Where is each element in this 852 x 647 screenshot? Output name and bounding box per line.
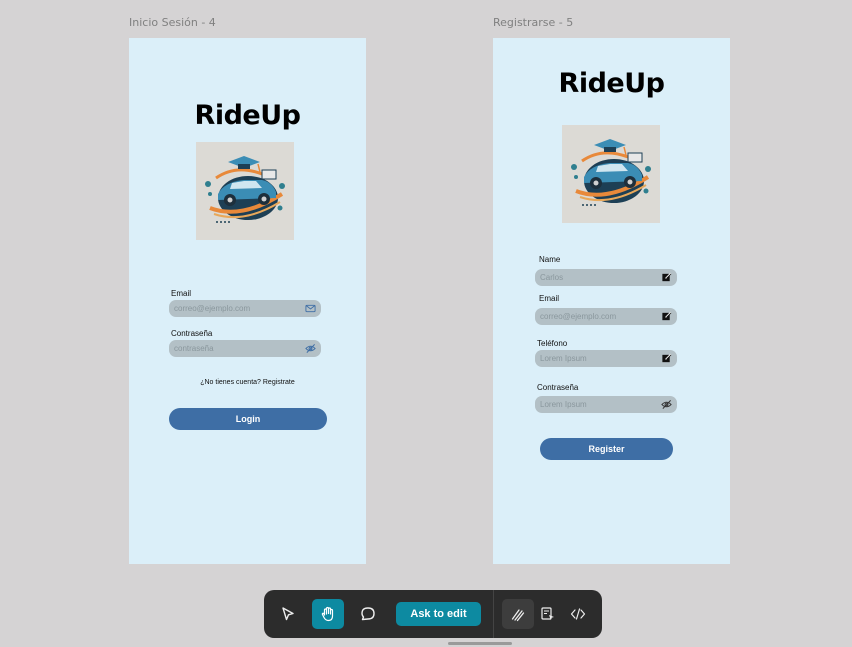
login-button[interactable]: Login [169,408,327,430]
email-input[interactable] [174,304,304,313]
car-graduation-logo-icon [571,139,651,206]
password-field[interactable] [535,396,677,413]
register-button[interactable]: Register [540,438,673,460]
password-input[interactable] [174,344,304,353]
eye-off-icon[interactable] [660,399,672,411]
design-mode-toggle[interactable] [502,599,534,629]
mail-icon [304,303,316,315]
code-icon [570,608,586,620]
phone-input[interactable] [540,354,660,363]
phone-field[interactable] [535,350,677,367]
email-label: Email [539,294,560,303]
move-tool[interactable] [272,599,304,629]
comment-icon [361,607,375,621]
name-field[interactable] [535,269,677,286]
edit-icon [660,311,672,323]
app-logo [196,142,294,240]
car-graduation-logo-icon [205,156,285,223]
inspect-icon [541,607,554,620]
password-field[interactable] [169,340,321,357]
comment-tool[interactable] [352,599,384,629]
frame-label-register[interactable]: Registrarse - 5 [493,16,573,29]
register-link[interactable]: ¿No tienes cuenta? Registrate [129,379,366,386]
edit-icon [660,353,672,365]
hand-icon [321,606,334,622]
app-logo [562,125,660,223]
name-label: Name [539,255,561,264]
toolbar-divider [493,590,494,638]
login-frame: RideUp Email Cont [129,38,366,564]
hand-tool[interactable] [312,599,344,629]
app-title: RideUp [194,100,301,131]
edit-icon [660,272,672,284]
password-input[interactable] [540,400,660,409]
email-field[interactable] [535,308,677,325]
password-label: Contraseña [537,383,579,392]
code-mode-toggle[interactable] [562,599,594,629]
app-title: RideUp [558,68,665,99]
pen-draw-icon [511,609,525,622]
bottom-toolbar: Ask to edit [264,590,602,638]
cursor-icon [282,607,294,621]
frame-label-login[interactable]: Inicio Sesión - 4 [129,16,216,29]
ask-to-edit-button[interactable]: Ask to edit [396,602,481,626]
register-frame: RideUp Name Email [493,38,730,564]
home-indicator [448,642,512,645]
password-label: Contraseña [171,329,213,338]
dev-mode-toggle[interactable] [532,599,564,629]
email-label: Email [171,289,192,298]
eye-off-icon[interactable] [304,343,316,355]
phone-label: Teléfono [537,339,568,348]
email-field[interactable] [169,300,321,317]
name-input[interactable] [540,273,660,282]
email-input[interactable] [540,312,660,321]
